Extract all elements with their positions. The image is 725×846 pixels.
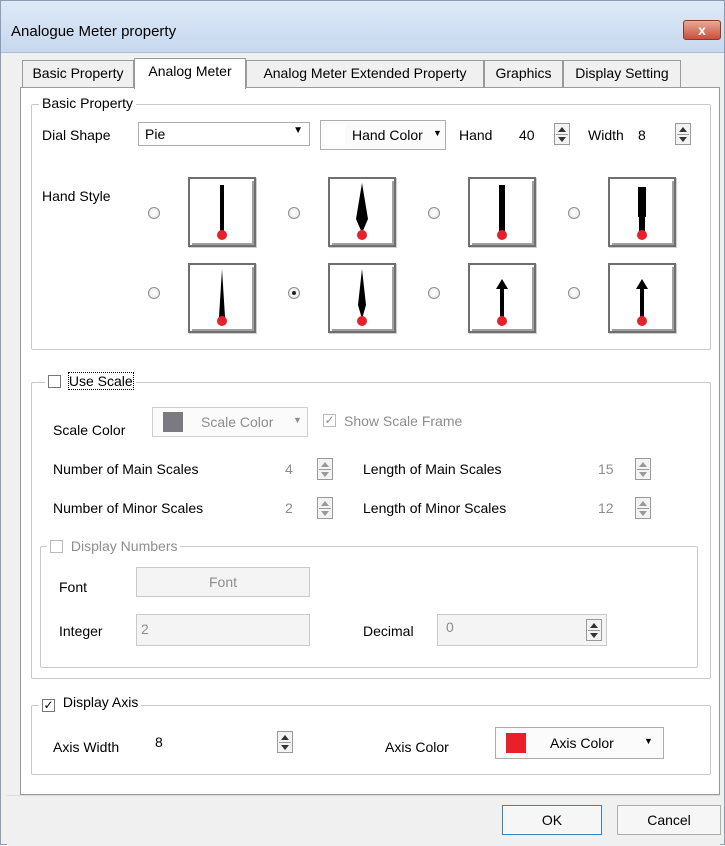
show-scale-frame-checkbox[interactable]: ✓ — [323, 414, 336, 427]
length-main-scales-spinner[interactable] — [635, 458, 651, 480]
title-bar[interactable]: Analogue Meter property x — [1, 1, 724, 53]
axis-width-value: 8 — [155, 734, 163, 750]
tab-basic-property[interactable]: Basic Property — [22, 60, 134, 87]
main-scales-label: Number of Main Scales — [53, 461, 199, 477]
display-axis-label: Display Axis — [62, 694, 139, 710]
hand-style-radio-1[interactable] — [148, 207, 160, 219]
hand-style-radio-6[interactable] — [288, 287, 300, 299]
hand-style-radio-5[interactable] — [148, 287, 160, 299]
hand-color-swatch — [325, 125, 345, 145]
decimal-spinner[interactable] — [586, 619, 602, 641]
axis-width-spinner[interactable] — [277, 731, 293, 753]
width-label: Width — [588, 127, 624, 143]
tab-graphics[interactable]: Graphics — [484, 60, 563, 87]
scale-color-button[interactable]: Scale Color ▼ — [152, 407, 308, 437]
hand-style-preview-6[interactable] — [328, 263, 396, 333]
dial-shape-label: Dial Shape — [42, 127, 111, 143]
length-minor-scales-input[interactable]: 12 — [598, 500, 614, 516]
axis-width-label: Axis Width — [53, 739, 120, 755]
length-main-scales-label: Length of Main Scales — [363, 461, 502, 477]
display-numbers-checkbox[interactable] — [50, 540, 63, 553]
dial-shape-select[interactable]: Pie ▼ — [138, 122, 310, 146]
display-axis-header: ✓ Display Axis — [39, 694, 142, 712]
minor-scales-label: Number of Minor Scales — [53, 500, 204, 516]
tab-analog-meter[interactable]: Analog Meter — [134, 58, 246, 89]
hand-style-radio-8[interactable] — [568, 287, 580, 299]
cancel-button[interactable]: Cancel — [617, 805, 721, 835]
hand-color-button[interactable]: Hand Color ▼ — [320, 120, 446, 150]
hand-style-radio-3[interactable] — [428, 207, 440, 219]
length-minor-scales-label: Length of Minor Scales — [363, 500, 507, 516]
hand-style-preview-1[interactable] — [188, 177, 256, 247]
chevron-down-icon: ▼ — [293, 125, 303, 136]
integer-label: Integer — [59, 623, 103, 639]
axis-color-button[interactable]: Axis Color ▼ — [495, 727, 664, 759]
chevron-down-icon: ▼ — [293, 415, 302, 425]
decimal-label: Decimal — [363, 623, 414, 639]
integer-value: 2 — [141, 621, 149, 637]
window-title: Analogue Meter property — [11, 23, 177, 40]
dial-shape-value: Pie — [145, 126, 166, 142]
hand-length-input[interactable]: 40 — [519, 127, 535, 143]
hand-style-preview-7[interactable] — [468, 263, 536, 333]
use-scale-label: Use Scale — [67, 372, 134, 390]
hand-style-radio-7[interactable] — [428, 287, 440, 299]
main-scales-spinner[interactable] — [317, 458, 333, 480]
tab-display-setting[interactable]: Display Setting — [563, 60, 681, 87]
hand-color-label: Hand Color — [352, 127, 423, 143]
axis-color-button-label: Axis Color — [550, 735, 614, 751]
decimal-input[interactable]: 0 — [437, 614, 607, 646]
display-numbers-group — [40, 546, 698, 668]
display-axis-checkbox[interactable]: ✓ — [42, 699, 55, 712]
use-scale-header: Use Scale — [45, 372, 136, 390]
width-spinner[interactable] — [675, 123, 691, 145]
hand-style-preview-2[interactable] — [328, 177, 396, 247]
axis-width-input[interactable]: 8 — [146, 728, 302, 754]
scale-color-button-label: Scale Color — [201, 414, 274, 430]
hand-style-label: Hand Style — [42, 188, 111, 204]
use-scale-checkbox[interactable] — [48, 375, 61, 388]
ok-button[interactable]: OK — [502, 805, 602, 835]
tab-analog-meter-extended[interactable]: Analog Meter Extended Property — [246, 60, 484, 87]
hand-style-radio-4[interactable] — [568, 207, 580, 219]
display-numbers-header: Display Numbers — [47, 538, 181, 554]
minor-scales-input[interactable]: 2 — [285, 500, 293, 516]
font-label: Font — [59, 579, 88, 595]
hand-style-preview-4[interactable] — [608, 177, 676, 247]
chevron-down-icon: ▼ — [433, 128, 442, 138]
close-button[interactable]: x — [683, 20, 721, 40]
length-minor-scales-spinner[interactable] — [635, 497, 651, 519]
integer-input[interactable]: 2 — [136, 614, 310, 646]
hand-style-preview-5[interactable] — [188, 263, 256, 333]
minor-scales-spinner[interactable] — [317, 497, 333, 519]
chevron-down-icon: ▼ — [644, 736, 653, 746]
length-main-scales-input[interactable]: 15 — [598, 461, 614, 477]
scale-color-label: Scale Color — [53, 422, 126, 438]
display-numbers-label: Display Numbers — [70, 538, 178, 554]
hand-length-spinner[interactable] — [554, 123, 570, 145]
scale-color-swatch — [163, 412, 183, 432]
basic-property-group-label: Basic Property — [39, 95, 137, 111]
footer-bar — [7, 795, 720, 846]
hand-label: Hand — [459, 127, 493, 143]
font-button[interactable]: Font — [136, 567, 310, 597]
width-input[interactable]: 8 — [638, 127, 646, 143]
main-scales-input[interactable]: 4 — [285, 461, 293, 477]
axis-color-swatch — [506, 733, 526, 753]
dialog-window: Analogue Meter property x Basic Property… — [0, 0, 725, 846]
axis-color-label: Axis Color — [385, 739, 449, 755]
decimal-value: 0 — [446, 619, 454, 635]
hand-style-preview-8[interactable] — [608, 263, 676, 333]
show-scale-frame-label: Show Scale Frame — [344, 413, 463, 429]
hand-style-radio-2[interactable] — [288, 207, 300, 219]
hand-style-preview-3[interactable] — [468, 177, 536, 247]
